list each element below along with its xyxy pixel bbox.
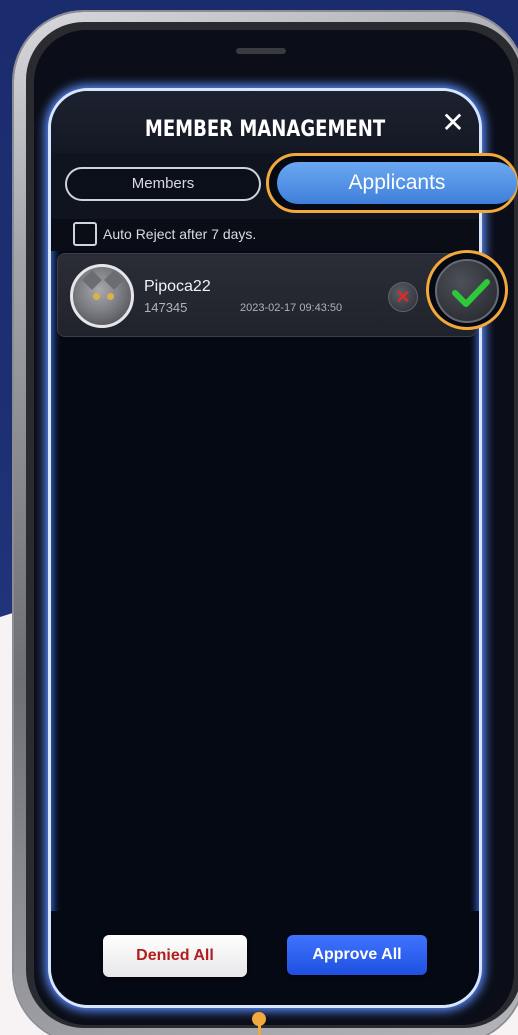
- applicant-id: 147345: [144, 300, 188, 315]
- checkmark-icon: [452, 279, 490, 307]
- applicant-row: Pipoca22 147345 2023-02-17 09:43:50 ✕: [57, 253, 477, 337]
- panel-title: MEMBER MANAGEMENT: [144, 117, 386, 142]
- member-management-panel: MEMBER MANAGEMENT ✕ Members Auto Reject …: [48, 88, 482, 1008]
- close-icon[interactable]: ✕: [439, 109, 467, 137]
- reject-x-icon: ✕: [395, 287, 411, 307]
- indicator-line: [258, 1024, 261, 1035]
- tab-applicants-label: Applicants: [277, 162, 517, 204]
- applicant-date: 2023-02-17 09:43:50: [240, 302, 343, 314]
- approve-button-face: [435, 259, 499, 323]
- reject-button[interactable]: ✕: [388, 282, 418, 312]
- tab-members[interactable]: Members: [65, 167, 261, 201]
- denied-all-button[interactable]: Denied All: [103, 935, 247, 977]
- speaker-notch: [236, 48, 286, 54]
- applicant-name: Pipoca22: [144, 278, 211, 295]
- tab-applicants[interactable]: Applicants: [266, 153, 518, 213]
- avatar: [70, 264, 134, 328]
- panel-header: MEMBER MANAGEMENT ✕: [51, 91, 479, 153]
- approve-all-button[interactable]: Approve All: [287, 935, 427, 975]
- bottom-action-bar: Denied All Approve All: [51, 911, 479, 1005]
- auto-reject-row: Auto Reject after 7 days.: [51, 219, 479, 251]
- auto-reject-label: Auto Reject after 7 days.: [103, 226, 257, 242]
- auto-reject-checkbox[interactable]: [73, 222, 97, 246]
- approve-button[interactable]: [426, 250, 508, 330]
